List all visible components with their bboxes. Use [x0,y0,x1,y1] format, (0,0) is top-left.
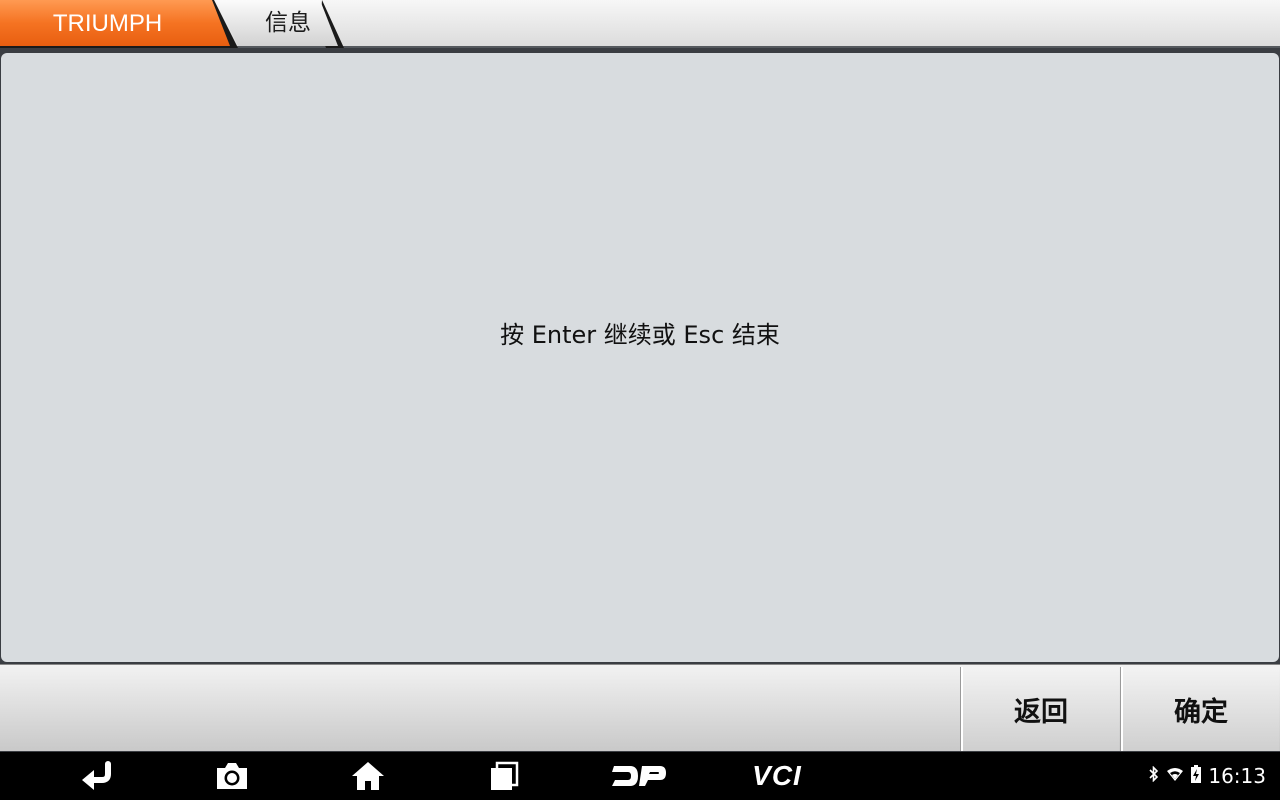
breadcrumb-brand-label: TRIUMPH [52,10,163,37]
action-bar: 返回 确定 [0,664,1280,751]
breadcrumb-brand[interactable]: TRIUMPH [0,0,238,48]
confirm-button[interactable]: 确定 [1121,667,1279,751]
dp-icon[interactable] [604,752,674,800]
battery-icon [1190,765,1202,787]
camera-icon[interactable] [206,752,258,800]
clock: 16:13 [1208,764,1266,788]
status-area: 16:13 [1148,752,1266,800]
home-icon[interactable] [342,752,394,800]
back-button[interactable]: 返回 [961,667,1119,751]
prompt-message: 按 Enter 继续或 Esc 结束 [500,321,780,349]
breadcrumb-page-label: 信息 [265,10,311,36]
vci-icon[interactable]: VCI [740,752,814,800]
back-icon[interactable] [72,752,124,800]
wifi-icon [1166,767,1184,786]
bluetooth-icon [1148,765,1160,786]
vci-label: VCI [752,760,802,791]
message-panel: 按 Enter 继续或 Esc 结束 [1,53,1279,662]
breadcrumb-page[interactable]: 信息 [216,0,346,48]
recent-apps-icon[interactable] [478,752,530,800]
system-nav-bar: VCI 16:13 [0,752,1280,800]
breadcrumb: TRIUMPH 信息 [0,0,1280,48]
